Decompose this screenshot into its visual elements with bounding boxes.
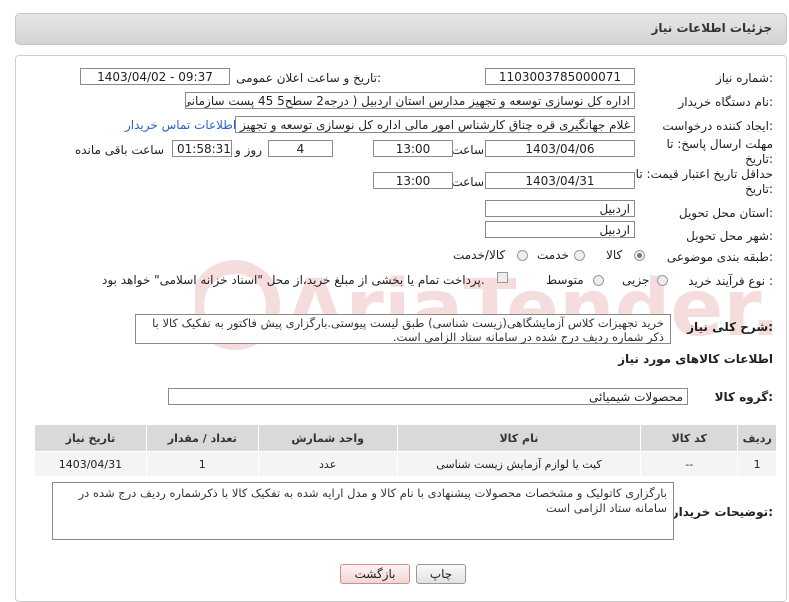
deadline-date-field: 1403/04/06 <box>485 140 635 157</box>
need-number-label: شماره نیاز: <box>715 71 773 85</box>
category-radio-service[interactable] <box>574 250 585 261</box>
days-label: روز و <box>235 143 262 157</box>
treasury-checkbox[interactable] <box>497 272 508 283</box>
deadline-time-field: 13:00 <box>373 140 453 157</box>
announce-label: تاریخ و ساعت اعلان عمومی: <box>236 71 381 85</box>
buyer-label: نام دستگاه خریدار: <box>678 95 774 109</box>
cell-row: 1 <box>737 451 777 477</box>
province-label: استان محل تحویل: <box>678 206 773 220</box>
items-section-title: اطلاعات کالاهای مورد نیاز <box>618 352 773 366</box>
col-unit: واحد شمارش <box>257 424 398 452</box>
remaining-time-field: 01:58:31 <box>172 140 232 157</box>
category-option-both: کالا/خدمت <box>453 248 506 262</box>
need-number-field: 1103003785000071 <box>485 68 635 85</box>
category-radio-goods[interactable] <box>634 250 645 261</box>
announce-field: 1403/04/02 - 09:37 <box>80 68 230 85</box>
cell-date: 1403/04/31 <box>34 451 147 477</box>
process-radio-medium[interactable] <box>593 275 604 286</box>
process-option-minor: جزیی <box>622 273 650 287</box>
city-field: اردبیل <box>485 221 635 238</box>
buyer-notes-field: بارگزاری کاتولیک و مشخصات محصولات پیشنها… <box>52 482 674 540</box>
col-qty: تعداد / مقدار <box>145 424 259 452</box>
buyer-field: اداره کل نوسازی توسعه و تجهیز مدارس استا… <box>185 92 635 109</box>
process-option-medium: متوسط <box>546 273 584 287</box>
page-title: جزئیات اطلاعات نیاز <box>651 21 772 35</box>
validity-date-field: 1403/04/31 <box>485 172 635 189</box>
creator-field: غلام جهانگیری قره چناق کارشناس امور مالی… <box>235 116 635 133</box>
category-option-goods: کالا <box>606 248 623 262</box>
category-option-service: خدمت <box>537 248 569 262</box>
days-field: 4 <box>268 140 333 157</box>
buyer-notes-label: توضیحات خریدار: <box>671 505 773 519</box>
cell-code: -- <box>640 451 739 477</box>
creator-label: ایجاد کننده درخواست: <box>662 119 773 133</box>
table-header-row: ردیف کد کالا نام کالا واحد شمارش تعداد /… <box>34 424 777 452</box>
description-field: خرید تجهیزات کلاس آزمایشگاهی(زیست شناسی)… <box>135 314 671 344</box>
treasury-note: پرداخت تمام یا بخشی از مبلغ خرید،از محل … <box>102 273 485 287</box>
col-row: ردیف <box>737 424 777 452</box>
province-field: اردبیل <box>485 200 635 217</box>
validity-time-label: ساعت <box>451 175 484 189</box>
category-radio-both[interactable] <box>517 250 528 261</box>
items-table: ردیف کد کالا نام کالا واحد شمارش تعداد /… <box>34 424 777 477</box>
deadline-label: مهلت ارسال پاسخ: تا تاریخ: <box>666 137 773 166</box>
col-date: تاریخ نیاز <box>34 424 147 452</box>
cell-unit: عدد <box>257 451 398 477</box>
deadline-time-label: ساعت <box>451 143 484 157</box>
print-button[interactable]: چاپ <box>416 564 466 584</box>
page-header: جزئیات اطلاعات نیاز <box>15 13 787 45</box>
cell-name: کیت یا لوازم آزمایش زیست شناسی <box>396 451 642 477</box>
description-label: شرح کلی نیاز: <box>687 320 773 334</box>
back-button[interactable]: بازگشت <box>340 564 410 584</box>
goods-group-label: گروه کالا: <box>714 390 773 404</box>
city-label: شهر محل تحویل: <box>686 229 773 243</box>
contact-buyer-link[interactable]: اطلاعات تماس خریدار <box>125 118 236 132</box>
col-code: کد کالا <box>640 424 739 452</box>
validity-label: حداقل تاریخ اعتبار قیمت: تا تاریخ: <box>635 167 773 196</box>
col-name: نام کالا <box>396 424 642 452</box>
validity-time-field: 13:00 <box>373 172 453 189</box>
table-row: 1 -- کیت یا لوازم آزمایش زیست شناسی عدد … <box>34 451 777 477</box>
process-radio-minor[interactable] <box>657 275 668 286</box>
remaining-label: ساعت باقی مانده <box>74 143 164 157</box>
goods-group-field: محصولات شیمیائی <box>168 388 688 405</box>
cell-qty: 1 <box>145 451 259 477</box>
process-label: نوع فرآیند خرید : <box>688 274 773 288</box>
category-label: طبقه بندی موضوعی: <box>666 250 773 264</box>
